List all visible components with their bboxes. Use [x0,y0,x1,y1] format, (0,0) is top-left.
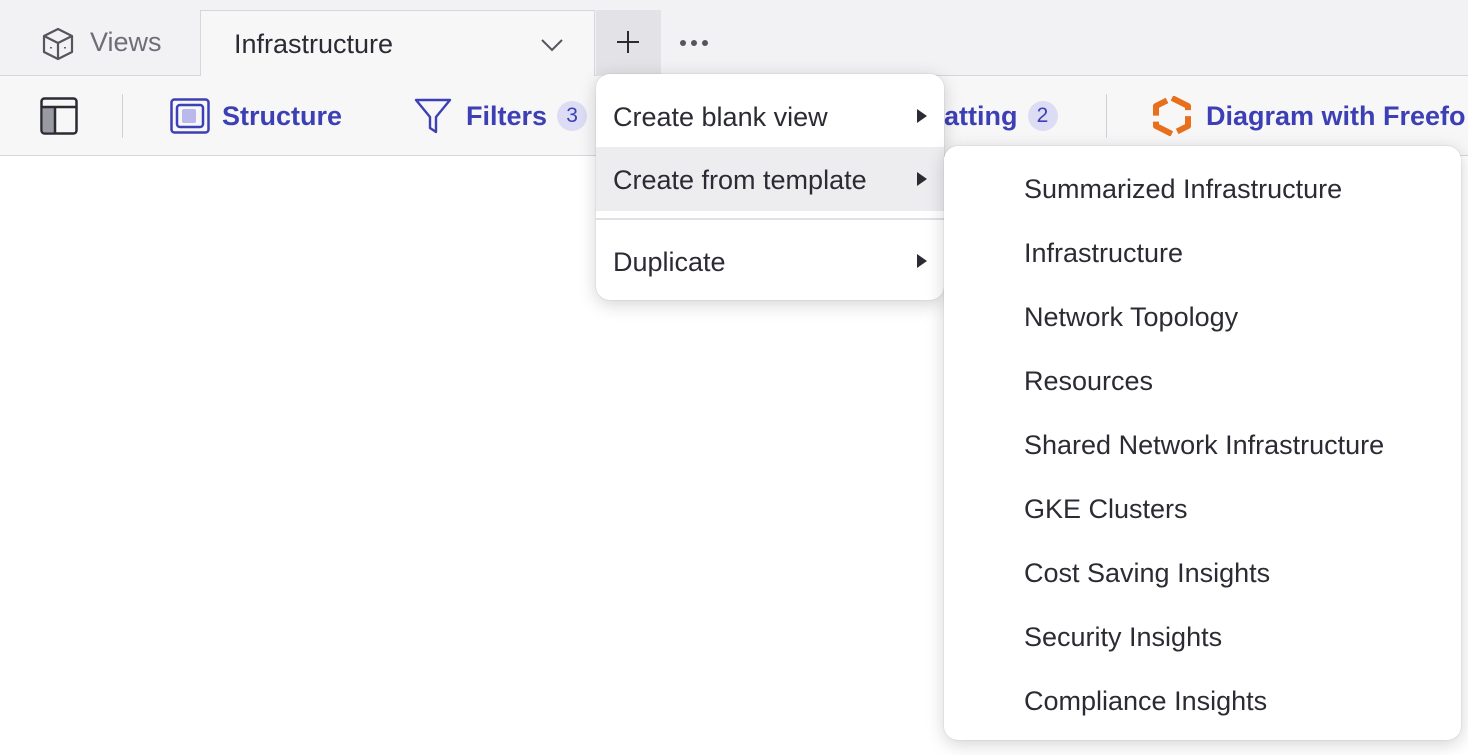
active-tab-label: Infrastructure [234,29,394,59]
structure-icon [170,98,210,134]
caret-right-icon [917,172,927,186]
template-resources[interactable]: Resources [944,342,1461,406]
template-label: Network Topology [1024,302,1239,332]
menu-item-create-blank-view[interactable]: Create blank view [596,84,944,148]
toolbar-divider [1106,94,1107,138]
template-gke-clusters[interactable]: GKE Clusters [944,470,1461,534]
diagram-label: Diagram with Freefo [1206,100,1466,131]
menu-item-label: Create from template [613,165,867,195]
filters-label: Filters [466,100,548,131]
add-view-menu: Create blank view Create from template D… [596,74,944,300]
template-label: Compliance Insights [1024,686,1268,716]
template-infrastructure[interactable]: Infrastructure [944,214,1461,278]
sidebar-layout-icon [40,97,78,135]
formatting-count-badge: 2 [1027,101,1058,131]
tab-bar: Views Infrastructure [0,0,1468,77]
menu-item-create-from-template[interactable]: Create from template [596,147,944,211]
template-label: Cost Saving Insights [1024,558,1271,588]
toggle-panel-button[interactable] [40,76,78,156]
template-label: GKE Clusters [1024,494,1188,524]
diagram-button[interactable]: Diagram with Freefo [1152,76,1466,156]
template-label: Summarized Infrastructure [1024,174,1343,204]
template-submenu: Summarized Infrastructure Infrastructure… [944,146,1461,740]
template-cost-saving-insights[interactable]: Cost Saving Insights [944,534,1461,598]
tab-infrastructure[interactable]: Infrastructure [200,10,595,77]
template-label: Shared Network Infrastructure [1024,430,1385,460]
freeform-diagram-icon [1153,96,1191,136]
template-label: Resources [1024,366,1154,396]
template-label: Infrastructure [1024,238,1184,268]
template-compliance-insights[interactable]: Compliance Insights [944,662,1461,726]
caret-right-icon [917,254,927,268]
menu-item-label: Duplicate [613,247,726,277]
structure-button[interactable]: Structure [170,76,342,156]
add-view-button[interactable] [596,10,661,76]
template-label: Security Insights [1024,622,1223,652]
cube-icon [42,27,74,61]
formatting-button[interactable]: atting 2 [944,76,1058,156]
template-network-topology[interactable]: Network Topology [944,278,1461,342]
chevron-down-icon[interactable] [540,37,564,53]
menu-item-label: Create blank view [613,102,828,132]
views-tab-label: Views [90,27,162,57]
caret-right-icon [917,109,927,123]
toolbar-divider [122,94,123,138]
filters-count-badge: 3 [557,101,588,131]
filters-button[interactable]: Filters 3 [414,76,588,156]
filter-icon [414,98,452,134]
menu-divider [596,218,944,220]
more-options-button[interactable] [668,10,720,76]
structure-label: Structure [222,100,343,131]
plus-icon [617,31,639,53]
template-security-insights[interactable]: Security Insights [944,598,1461,662]
menu-item-duplicate[interactable]: Duplicate [596,229,944,293]
template-shared-network-infrastructure[interactable]: Shared Network Infrastructure [944,406,1461,470]
template-summarized-infrastructure[interactable]: Summarized Infrastructure [944,150,1461,214]
ellipsis-icon [680,40,708,46]
formatting-label: atting [944,100,1018,131]
views-tab[interactable]: Views [0,10,200,76]
